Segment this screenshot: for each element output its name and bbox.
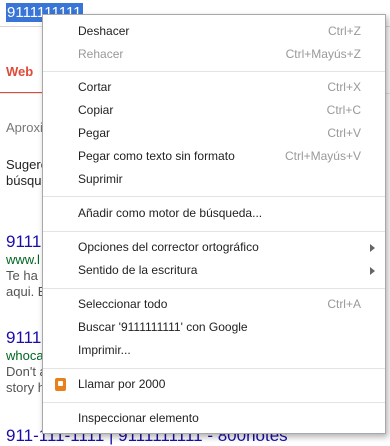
menu-item-cut[interactable]: Cortar Ctrl+X (43, 77, 385, 99)
menu-item-paste[interactable]: Pegar Ctrl+V (43, 123, 385, 145)
menu-item-delete[interactable]: Suprimir (43, 169, 385, 191)
menu-item-label: Opciones del corrector ortográfico (78, 240, 259, 254)
menu-item-label: Rehacer (78, 47, 124, 61)
menu-item-label: Inspeccionar elemento (78, 411, 199, 425)
menu-item-label: Suprimir (78, 172, 123, 186)
results-count: Aproxi (6, 120, 43, 135)
menu-item-search-google[interactable]: Buscar '9111111111' con Google (43, 317, 385, 339)
menu-item-print[interactable]: Imprimir... (43, 340, 385, 362)
result-snippet: story h (6, 380, 46, 395)
result-url: whoca (6, 348, 44, 363)
result-title[interactable]: 9111 (6, 232, 46, 252)
menu-item-spellcheck[interactable]: Opciones del corrector ortográfico (43, 237, 385, 259)
menu-item-label: Imprimir... (78, 343, 131, 357)
menu-separator (43, 231, 385, 232)
context-menu: Deshacer Ctrl+Z Rehacer Ctrl+Mayús+Z Cor… (42, 14, 386, 434)
result-snippet: Don't a (6, 364, 47, 379)
menu-item-label: Buscar '9111111111' con Google (78, 320, 248, 334)
submenu-arrow-icon (370, 267, 375, 275)
submenu-arrow-icon (370, 244, 375, 252)
menu-item-writing-direction[interactable]: Sentido de la escritura (43, 260, 385, 282)
menu-item-label: Llamar por 2000 (78, 377, 166, 391)
menu-separator (43, 196, 385, 197)
menu-item-undo[interactable]: Deshacer Ctrl+Z (43, 21, 385, 43)
menu-item-call[interactable]: Llamar por 2000 (43, 374, 385, 396)
menu-item-paste-plain[interactable]: Pegar como texto sin formato Ctrl+Mayús+… (43, 146, 385, 168)
menu-separator (43, 402, 385, 403)
menu-item-label: Copiar (78, 103, 114, 117)
search-result: 9111 www.l Te ha aqui. E (6, 232, 46, 300)
menu-item-shortcut: Ctrl+Z (328, 24, 361, 38)
menu-item-inspect[interactable]: Inspeccionar elemento (43, 408, 385, 430)
menu-item-label: Pegar como texto sin formato (78, 149, 235, 163)
tab-web[interactable]: Web (6, 64, 33, 79)
menu-separator (43, 71, 385, 72)
menu-item-label: Deshacer (78, 24, 130, 38)
menu-item-label: Pegar (78, 126, 111, 140)
result-snippet: Te ha (6, 268, 38, 283)
menu-item-label: Cortar (78, 80, 112, 94)
menu-item-shortcut: Ctrl+Mayús+V (284, 149, 361, 163)
menu-separator (43, 288, 385, 289)
menu-item-select-all[interactable]: Seleccionar todo Ctrl+A (43, 294, 385, 316)
result-url: www.l (6, 252, 40, 267)
menu-item-shortcut: Ctrl+Mayús+Z (285, 47, 361, 61)
result-title[interactable]: 9111 (6, 328, 47, 348)
menu-item-label: Sentido de la escritura (78, 263, 198, 277)
menu-item-shortcut: Ctrl+V (327, 126, 361, 140)
menu-item-label: Añadir como motor de búsqueda... (78, 206, 263, 220)
menu-item-shortcut: Ctrl+X (327, 80, 361, 94)
menu-item-shortcut: Ctrl+A (327, 297, 361, 311)
menu-item-shortcut: Ctrl+C (326, 103, 361, 117)
menu-item-add-search-engine[interactable]: Añadir como motor de búsqueda... (43, 203, 385, 225)
phone-app-icon (55, 378, 66, 391)
search-result: 9111 whoca Don't a story h (6, 328, 47, 396)
menu-item-redo[interactable]: Rehacer Ctrl+Mayús+Z (43, 44, 385, 66)
menu-separator (43, 368, 385, 369)
result-snippet: aqui. E (6, 284, 47, 299)
menu-item-copy[interactable]: Copiar Ctrl+C (43, 100, 385, 122)
menu-item-label: Seleccionar todo (78, 297, 168, 311)
